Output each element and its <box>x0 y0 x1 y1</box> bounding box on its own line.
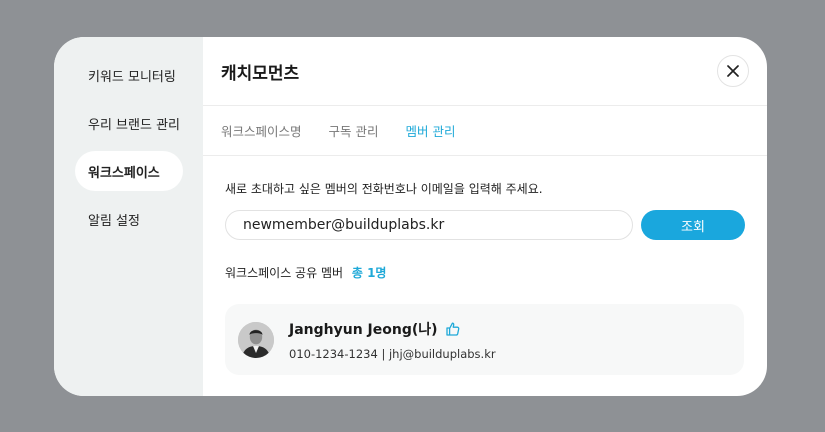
settings-main: 캐치모먼츠 워크스페이스명 구독 관리 멤버 관리 새로 초대하고 싶은 멤버의… <box>203 37 767 396</box>
workspace-settings-modal: 키워드 모니터링 우리 브랜드 관리 워크스페이스 알림 설정 캐치모먼츠 워크… <box>54 37 767 396</box>
members-panel: 새로 초대하고 싶은 멤버의 전화번호나 이메일을 입력해 주세요. 조회 워크… <box>203 180 767 375</box>
member-name: Janghyun Jeong(나) <box>289 321 438 338</box>
members-heading: 워크스페이스 공유 멤버 총 1명 <box>225 264 745 281</box>
avatar <box>238 321 274 358</box>
close-icon <box>727 65 739 77</box>
close-button[interactable] <box>717 55 749 87</box>
sidebar-item-label: 우리 브랜드 관리 <box>88 117 180 133</box>
invite-input[interactable] <box>225 210 633 240</box>
sidebar-item-keyword-monitoring[interactable]: 키워드 모니터링 <box>75 55 183 95</box>
tab-workspace-name[interactable]: 워크스페이스명 <box>221 121 302 140</box>
member-card: Janghyun Jeong(나) 010-1234-1234 | jhj@bu… <box>225 304 744 375</box>
member-name-row: Janghyun Jeong(나) <box>289 319 496 339</box>
sidebar-item-notification-settings[interactable]: 알림 설정 <box>75 199 183 239</box>
sidebar-item-label: 키워드 모니터링 <box>88 69 176 85</box>
sidebar-item-workspace[interactable]: 워크스페이스 <box>75 151 183 191</box>
sidebar-item-label: 알림 설정 <box>88 213 140 229</box>
thumbs-up-icon <box>445 321 461 337</box>
invite-instruction: 새로 초대하고 싶은 멤버의 전화번호나 이메일을 입력해 주세요. <box>225 182 543 196</box>
tab-subscription[interactable]: 구독 관리 <box>329 121 379 140</box>
invite-search-row: 조회 <box>225 210 745 240</box>
member-info: Janghyun Jeong(나) 010-1234-1234 | jhj@bu… <box>289 319 496 361</box>
member-contact: 010-1234-1234 | jhj@builduplabs.kr <box>289 346 496 361</box>
search-button[interactable]: 조회 <box>641 210 745 240</box>
tab-members[interactable]: 멤버 관리 <box>406 121 456 140</box>
settings-sidebar: 키워드 모니터링 우리 브랜드 관리 워크스페이스 알림 설정 <box>54 37 203 396</box>
sidebar-item-brand-management[interactable]: 우리 브랜드 관리 <box>75 103 183 143</box>
sidebar-item-label: 워크스페이스 <box>88 165 160 181</box>
settings-tabs: 워크스페이스명 구독 관리 멤버 관리 <box>203 106 767 156</box>
members-count: 총 1명 <box>351 266 387 280</box>
modal-header: 캐치모먼츠 <box>203 37 767 106</box>
page-title: 캐치모먼츠 <box>221 64 300 84</box>
members-heading-label: 워크스페이스 공유 멤버 <box>225 266 344 280</box>
